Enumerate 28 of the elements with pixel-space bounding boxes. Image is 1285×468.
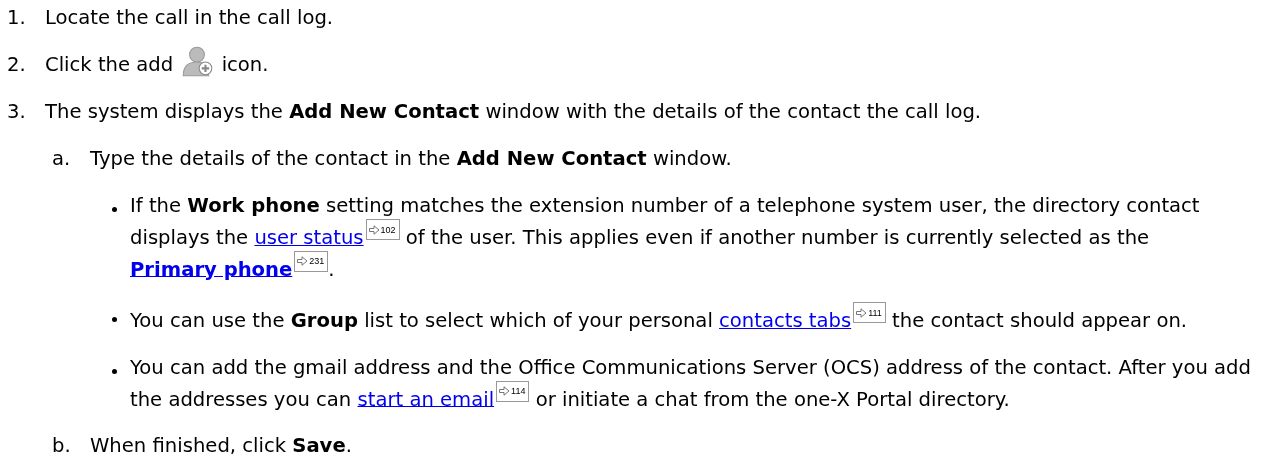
bullet-text: If the Work phone setting matches the extension number of a telephone system user, the directory contact displays the user status 102 of the user. This applies even if another number is currently selected as the Primary phone 231 . (130, 193, 1201, 282)
bullet-icon (112, 207, 117, 212)
page-reference-link[interactable]: 111 (853, 302, 886, 323)
step-number: 3. (7, 99, 27, 125)
arrow-icon (297, 256, 309, 266)
substep-text: When finished, click Save. (90, 433, 353, 459)
bullet-icon (112, 368, 117, 374)
substep-text: Type the details of the contact in the Add New Contact window. (90, 146, 733, 172)
arrow-icon (499, 386, 511, 396)
arrow-icon (368, 224, 380, 235)
link[interactable]: user status (254, 225, 364, 249)
step-number: 2. (7, 52, 27, 78)
substep-letter: a. (52, 146, 72, 172)
bullet-icon (112, 317, 117, 322)
link[interactable]: start an email (357, 387, 495, 410)
step-text: Locate the call in the call log. (45, 5, 335, 31)
page-reference-link[interactable]: 231 (294, 250, 329, 272)
page-reference-link[interactable]: 114 (496, 380, 530, 402)
step-text: Click the add icon. (45, 51, 1285, 78)
page-reference-link[interactable]: 102 (365, 219, 400, 240)
arrow-icon (856, 307, 868, 318)
step-number: 1. (7, 5, 27, 31)
bullet-text: You can use the Group list to select which of your personal contacts tabs 111 the contact should appear on. (130, 302, 1188, 334)
substep-letter: b. (52, 433, 72, 459)
link[interactable]: contacts tabs (719, 308, 852, 332)
bullet-text: You can add the gmail address and the Office Communications Server (OCS) address of the contact. After you add the addresses you can start an email 114 or initiate a chat from the one-X Portal directory. (130, 354, 1252, 412)
link[interactable]: Primary phone (130, 257, 293, 280)
step-text: The system displays the Add New Contact window with the details of the contact the call log. (45, 99, 983, 125)
